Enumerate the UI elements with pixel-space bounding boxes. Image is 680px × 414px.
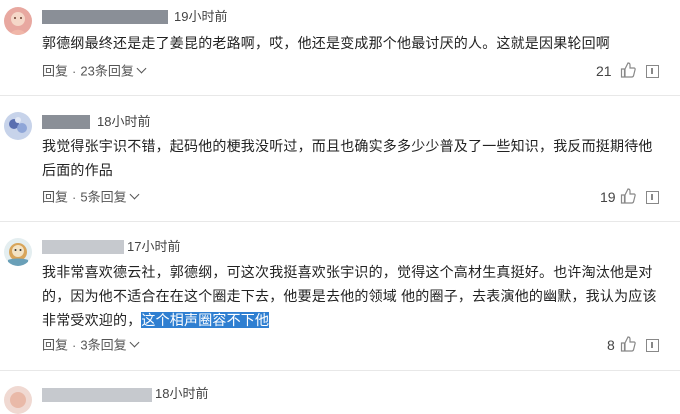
report-icon[interactable] (646, 339, 659, 352)
like-count: 8 (607, 337, 615, 353)
comment-actions: 回复 · 23条回复 (42, 62, 147, 81)
comment-text: 郭德纲最终还是走了姜昆的老路啊，哎，他还是变成那个他最讨厌的人。这就是因果轮回啊 (42, 35, 610, 51)
report-icon[interactable] (646, 65, 659, 78)
replies-toggle[interactable]: 3条回复 (80, 337, 140, 353)
selected-text-highlight: 这个相声圈容不下他 (141, 312, 270, 328)
username-redacted[interactable] (42, 10, 168, 24)
chevron-down-icon (129, 337, 140, 348)
username-redacted[interactable] (42, 115, 90, 129)
divider (0, 95, 680, 96)
thumbs-up-icon[interactable] (620, 62, 636, 78)
thumbs-up-icon[interactable] (620, 188, 636, 204)
comment-text: 我非常喜欢德云社，郭德纲，可这次我挺喜欢张宇识的，觉得这个高材生真挺好。也许淘汰… (42, 260, 662, 332)
divider (0, 221, 680, 222)
chevron-down-icon (129, 189, 140, 200)
like-count: 21 (596, 63, 612, 79)
comment-body: 我非常喜欢德云社，郭德纲，可这次我挺喜欢张宇识的，觉得这个高材生真挺好。也许淘汰… (42, 264, 657, 328)
replies-toggle[interactable]: 5条回复 (80, 189, 140, 205)
comment-time: 19小时前 (174, 9, 228, 24)
comment-time: 17小时前 (127, 239, 181, 254)
comment-actions: 回复 · 3条回复 (42, 336, 140, 355)
divider (0, 370, 680, 371)
avatar[interactable] (4, 386, 32, 414)
reply-button[interactable]: 回复 (42, 190, 68, 205)
thumbs-up-icon[interactable] (620, 336, 636, 352)
reply-button[interactable]: 回复 (42, 338, 68, 353)
replies-toggle[interactable]: 23条回复 (80, 63, 147, 79)
avatar[interactable] (4, 112, 32, 140)
avatar[interactable] (4, 7, 32, 35)
replies-count: 3条回复 (80, 337, 127, 353)
comment-time: 18小时前 (97, 114, 151, 129)
comment-text: 我觉得张宇识不错，起码他的梗我没听过，而且也确实多多少少普及了一些知识，我反而挺… (42, 138, 653, 178)
replies-count: 5条回复 (80, 189, 127, 205)
comment-actions: 回复 · 5条回复 (42, 188, 140, 207)
chevron-down-icon (136, 63, 147, 74)
report-icon[interactable] (646, 191, 659, 204)
reply-button[interactable]: 回复 (42, 64, 68, 79)
avatar[interactable] (4, 238, 32, 266)
username-redacted[interactable] (42, 240, 124, 254)
like-count: 19 (600, 189, 616, 205)
replies-count: 23条回复 (80, 63, 134, 79)
